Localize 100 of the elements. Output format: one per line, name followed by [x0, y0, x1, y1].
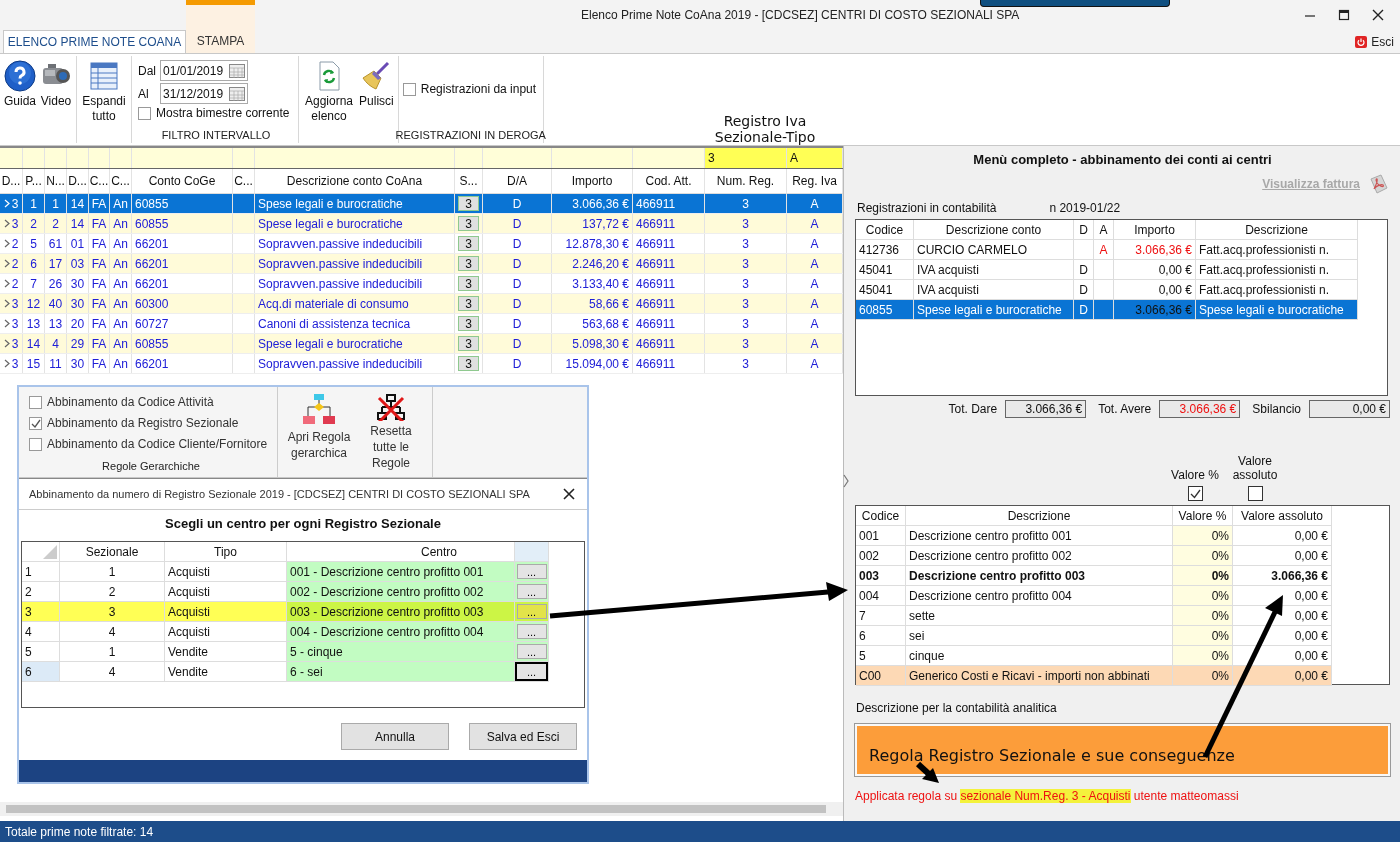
column-header[interactable]: Codice: [856, 506, 906, 526]
column-header[interactable]: Descrizione conto: [914, 220, 1074, 240]
clear-button[interactable]: Pulisci: [359, 60, 394, 124]
section-button[interactable]: 3: [458, 276, 479, 291]
column-header[interactable]: P...: [23, 169, 45, 193]
column-header[interactable]: D...: [0, 169, 23, 193]
expand-icon[interactable]: [3, 259, 10, 268]
section-button[interactable]: 3: [458, 296, 479, 311]
table-row[interactable]: 3 15 11 30 FA An 66201 Sopravven.passive indeducibili 3 D 15.094,00 € 466911 3 A: [0, 354, 843, 374]
date-field[interactable]: 31/12/2019: [160, 83, 249, 104]
exit-button[interactable]: Esci: [1355, 34, 1394, 49]
maximize-icon[interactable]: [1338, 9, 1350, 21]
table-row[interactable]: 45041 IVA acquisti D 0,00 € Fatt.acq.professionisti n.: [856, 260, 1358, 280]
section-button[interactable]: 3: [458, 356, 479, 371]
expand-icon[interactable]: [3, 239, 10, 248]
section-button[interactable]: 3: [458, 336, 479, 351]
section-button[interactable]: 3: [458, 256, 479, 271]
table-row[interactable]: 412736 CURCIO CARMELO A 3.066,36 € Fatt.acq.professionisti n.: [856, 240, 1358, 260]
checkbox[interactable]: [1247, 486, 1263, 501]
table-row[interactable]: 5 1 Vendite 5 - cinque ...: [22, 642, 549, 662]
column-header[interactable]: Descrizione conto CoAna: [255, 169, 455, 193]
table-row[interactable]: 4 4 Acquisti 004 - Descrizione centro profitto 004 ...: [22, 622, 549, 642]
table-row[interactable]: 001 Descrizione centro profitto 001 0% 0,00 €: [856, 526, 1332, 546]
checkbox[interactable]: [402, 82, 416, 96]
pick-button[interactable]: ...: [516, 564, 547, 579]
table-row[interactable]: 2 6 17 03 FA An 66201 Sopravven.passive indeducibili 3 D 2.246,20 € 466911 3 A: [0, 254, 843, 274]
ribbon-tab[interactable]: ELENCO PRIME NOTE COANA: [3, 30, 186, 53]
horizontal-scrollbar[interactable]: [0, 802, 843, 816]
checkbox[interactable]: [138, 106, 152, 120]
filter-field[interactable]: 3: [705, 148, 787, 168]
column-header[interactable]: D...: [67, 169, 89, 193]
table-row[interactable]: 6 sei 0% 0,00 €: [856, 626, 1332, 646]
dialog-button[interactable]: Annulla: [341, 723, 449, 750]
section-button[interactable]: 3: [458, 196, 479, 211]
column-header[interactable]: Cod. Att.: [633, 169, 705, 193]
table-row[interactable]: 003 Descrizione centro profitto 003 0% 3.066,36 €: [856, 566, 1332, 586]
table-row[interactable]: 3 12 40 30 FA An 60300 Acq.di materiale di consumo 3 D 58,66 € 466911 3 A: [0, 294, 843, 314]
column-header[interactable]: D/A: [483, 169, 552, 193]
expand-icon[interactable]: [3, 339, 10, 348]
column-header[interactable]: Conto CoGe: [132, 169, 233, 193]
column-header[interactable]: D: [1074, 220, 1094, 240]
open-rule-button[interactable]: Apri Regola gerarchica: [286, 393, 352, 471]
reset-rules-button[interactable]: Resetta tutte le Regole: [358, 393, 424, 471]
section-button[interactable]: 3: [458, 316, 479, 331]
expand-button[interactable]: Espandi tutto: [81, 60, 128, 124]
column-header[interactable]: Importo: [552, 169, 633, 193]
table-row[interactable]: 7 sette 0% 0,00 €: [856, 606, 1332, 626]
table-row[interactable]: 1 1 Acquisti 001 - Descrizione centro profitto 001 ...: [22, 562, 549, 582]
pick-button[interactable]: ...: [516, 644, 547, 659]
column-header[interactable]: Descrizione: [906, 506, 1173, 526]
column-header[interactable]: Codice: [856, 220, 914, 240]
row-header[interactable]: 3: [22, 602, 60, 622]
expand-icon[interactable]: [3, 319, 10, 328]
row-header[interactable]: 1: [22, 562, 60, 582]
table-row[interactable]: C00 Generico Costi e Ricavi - importi non abbinati 0% 0,00 €: [856, 666, 1332, 686]
table-row[interactable]: 2 2 Acquisti 002 - Descrizione centro profitto 002 ...: [22, 582, 549, 602]
dialog-button[interactable]: Salva ed Esci: [469, 723, 577, 750]
calendar-icon[interactable]: [229, 63, 246, 78]
table-row[interactable]: 3 1 1 14 FA An 60855 Spese legali e burocratiche 3 D 3.066,36 € 466911 3 A: [0, 194, 843, 214]
table-row[interactable]: 3 2 2 14 FA An 60855 Spese legali e burocratiche 3 D 137,72 € 466911 3 A: [0, 214, 843, 234]
close-icon[interactable]: [1372, 9, 1384, 21]
checkbox[interactable]: [29, 395, 42, 409]
column-header[interactable]: Sezionale: [60, 542, 165, 562]
expand-icon[interactable]: [3, 279, 10, 288]
pick-button[interactable]: ...: [516, 584, 547, 599]
table-row[interactable]: 002 Descrizione centro profitto 002 0% 0,00 €: [856, 546, 1332, 566]
calendar-icon[interactable]: [229, 86, 246, 101]
column-header[interactable]: A: [1094, 220, 1114, 240]
column-header[interactable]: Valore assoluto: [1233, 506, 1332, 526]
column-header[interactable]: N...: [45, 169, 67, 193]
section-button[interactable]: 3: [458, 216, 479, 231]
pick-button[interactable]: ...: [515, 662, 548, 681]
table-row[interactable]: 3 3 Acquisti 003 - Descrizione centro profitto 003 ...: [22, 602, 549, 622]
column-header[interactable]: Tipo: [165, 542, 287, 562]
guide-button[interactable]: Guida: [4, 60, 37, 109]
section-button[interactable]: 3: [458, 236, 479, 251]
column-header[interactable]: Num. Reg.: [705, 169, 787, 193]
column-header[interactable]: Descrizione: [1196, 220, 1358, 240]
row-header[interactable]: 6: [22, 662, 60, 682]
ribbon-tab[interactable]: STAMPA: [186, 0, 255, 53]
table-row[interactable]: 2 5 61 01 FA An 66201 Sopravven.passive indeducibili 3 D 12.878,30 € 466911 3 A: [0, 234, 843, 254]
column-header[interactable]: C...: [89, 169, 110, 193]
video-button[interactable]: Video: [40, 60, 73, 109]
expand-icon[interactable]: [3, 219, 10, 228]
expand-icon[interactable]: [3, 299, 10, 308]
column-header[interactable]: C...: [110, 169, 132, 193]
table-row[interactable]: 004 Descrizione centro profitto 004 0% 0,00 €: [856, 586, 1332, 606]
table-row[interactable]: 3 13 13 20 FA An 60727 Canoni di assistenza tecnica 3 D 563,68 € 466911 3 A: [0, 314, 843, 334]
column-header[interactable]: C...: [233, 169, 255, 193]
refresh-button[interactable]: Aggiorna elenco: [303, 60, 356, 124]
pick-button[interactable]: ...: [516, 624, 547, 639]
analytic-description-field[interactable]: Regola Registro Sezionale e sue conseguenze: [855, 724, 1390, 776]
column-header[interactable]: S...: [455, 169, 483, 193]
date-field[interactable]: 01/01/2019: [160, 60, 249, 81]
checkbox[interactable]: [29, 437, 42, 451]
checkbox[interactable]: [1187, 486, 1203, 501]
row-header[interactable]: 4: [22, 622, 60, 642]
table-row[interactable]: 60855 Spese legali e burocratiche D 3.066,36 € Spese legali e burocratiche: [856, 300, 1358, 320]
table-row[interactable]: 6 4 Vendite 6 - sei ...: [22, 662, 549, 682]
table-row[interactable]: 2 7 26 30 FA An 66201 Sopravven.passive indeducibili 3 D 3.133,40 € 466911 3 A: [0, 274, 843, 294]
